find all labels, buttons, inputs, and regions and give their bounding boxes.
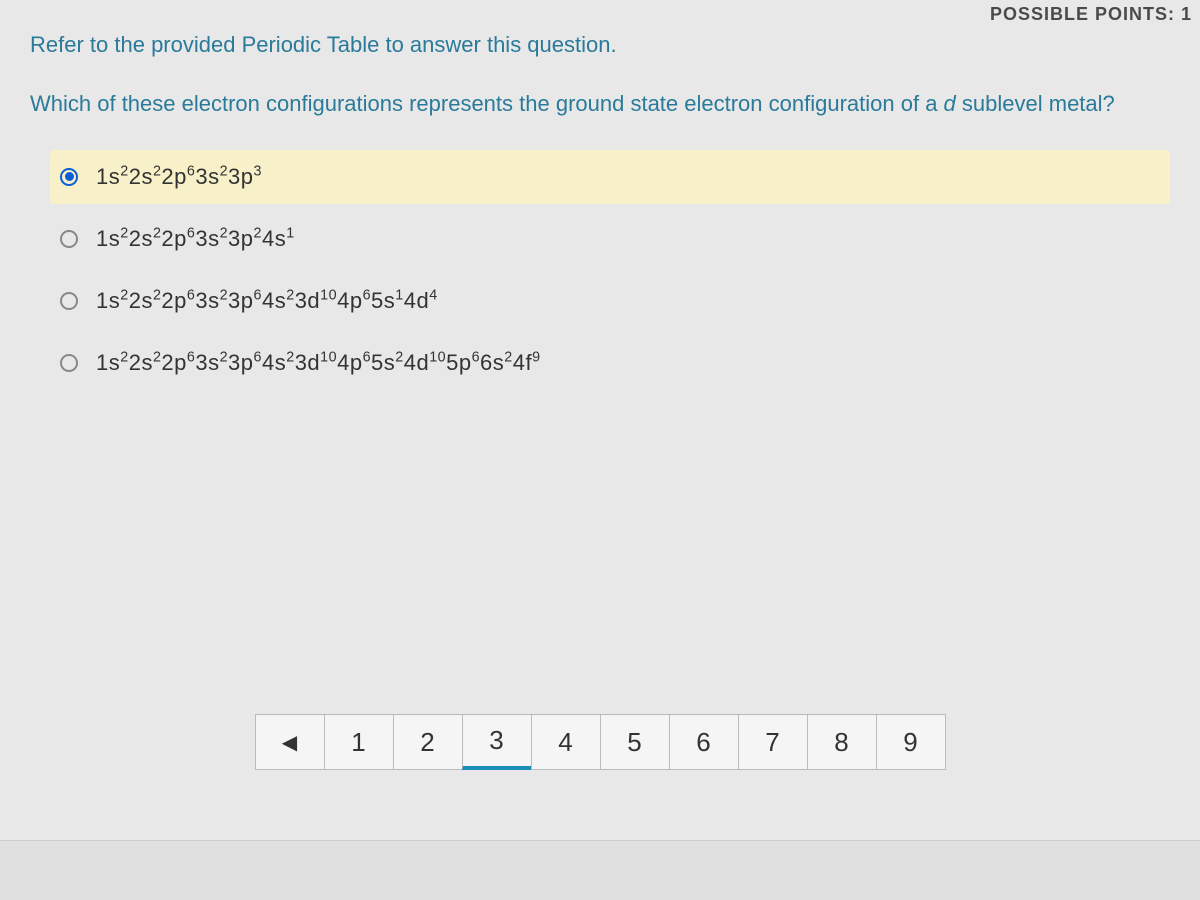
prompt-italic: d <box>944 91 956 116</box>
prompt-pre: Which of these electron configurations r… <box>30 91 944 116</box>
radio-icon <box>60 230 78 248</box>
page-button-8[interactable]: 8 <box>807 714 877 770</box>
question-prompt: Which of these electron configurations r… <box>30 89 1170 120</box>
radio-icon <box>60 168 78 186</box>
prompt-post: sublevel metal? <box>956 91 1115 116</box>
points-label: POSSIBLE POINTS: 1 <box>982 0 1200 29</box>
option-formula: 1s22s22p63s23p64s23d104p65s14d4 <box>96 288 438 314</box>
page-button-7[interactable]: 7 <box>738 714 808 770</box>
radio-icon <box>60 292 78 310</box>
page-button-9[interactable]: 9 <box>876 714 946 770</box>
footer-bar <box>0 840 1200 900</box>
option-formula: 1s22s22p63s23p24s1 <box>96 226 295 252</box>
option-formula: 1s22s22p63s23p3 <box>96 164 262 190</box>
page-button-5[interactable]: 5 <box>600 714 670 770</box>
options-list: 1s22s22p63s23p3 1s22s22p63s23p24s1 1s22s22… <box>30 150 1170 390</box>
page-button-6[interactable]: 6 <box>669 714 739 770</box>
question-area: Refer to the provided Periodic Table to … <box>0 0 1200 408</box>
option-3[interactable]: 1s22s22p63s23p64s23d104p65s14d4 <box>50 274 1170 328</box>
page-button-3[interactable]: 3 <box>462 714 532 770</box>
option-1[interactable]: 1s22s22p63s23p3 <box>50 150 1170 204</box>
option-4[interactable]: 1s22s22p63s23p64s23d104p65s24d105p66s24f… <box>50 336 1170 390</box>
page-button-2[interactable]: 2 <box>393 714 463 770</box>
option-formula: 1s22s22p63s23p64s23d104p65s24d105p66s24f… <box>96 350 541 376</box>
radio-icon <box>60 354 78 372</box>
instruction-text: Refer to the provided Periodic Table to … <box>30 30 1170 61</box>
page-button-1[interactable]: 1 <box>324 714 394 770</box>
pagination: ◀123456789 <box>0 714 1200 770</box>
prev-page-button[interactable]: ◀ <box>255 714 325 770</box>
page-button-4[interactable]: 4 <box>531 714 601 770</box>
option-2[interactable]: 1s22s22p63s23p24s1 <box>50 212 1170 266</box>
